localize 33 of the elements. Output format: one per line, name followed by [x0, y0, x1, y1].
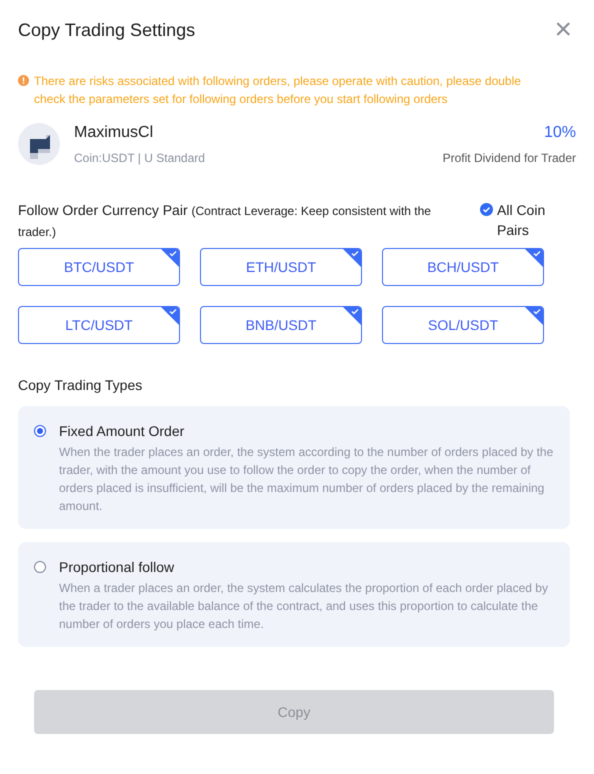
dividend-label: Profit Dividend for Trader — [442, 151, 576, 165]
option-title: Fixed Amount Order — [59, 422, 186, 441]
avatar-icon — [18, 122, 60, 164]
risk-warning: There are risks associated with following orders, please operate with caution, please double check the parameters set for following orders before you start following orders — [34, 73, 522, 108]
option-title: Proportional follow — [59, 558, 176, 577]
option-description: When a trader places an order, the system calculates the proportion of each order placed by the trader to the available balance of the contract, and uses this proportion to calculate the number of orders you place each time. — [59, 580, 549, 633]
option-description: When the trader places an order, the system according to the number of orders placed by the trader, with the amount you use to follow the order to copy the order, when the number of orders placed is insufficient, will be the maximum number of orders placed by the remaining amount. — [59, 444, 554, 515]
pair-option[interactable]: BNB/USDT — [200, 306, 362, 344]
warning-icon — [18, 75, 29, 86]
radio-button[interactable] — [34, 561, 46, 573]
check-corner-icon — [525, 249, 543, 267]
all-pairs-checkbox[interactable]: All Coin Pairs — [480, 200, 576, 242]
trader-coin: Coin:USDT | U Standard — [74, 151, 205, 165]
radio-button[interactable] — [34, 425, 46, 437]
check-corner-icon — [525, 307, 543, 325]
trading-type-option[interactable] — [18, 542, 570, 647]
check-corner-icon — [343, 307, 361, 325]
trading-type-option[interactable] — [18, 406, 570, 529]
pair-option[interactable]: BTC/USDT — [18, 248, 180, 286]
pair-option[interactable]: ETH/USDT — [200, 248, 362, 286]
pair-option[interactable]: LTC/USDT — [18, 306, 180, 344]
close-button[interactable]: × — [550, 15, 576, 45]
section-label: Copy Trading Types — [18, 377, 144, 393]
section-label: Follow Order Currency Pair (Contract Leverage: Keep consistent with the trader.) — [18, 201, 432, 241]
check-corner-icon — [161, 249, 179, 267]
check-corner-icon — [343, 249, 361, 267]
dividend-value: 10% — [542, 123, 576, 143]
pair-option[interactable]: BCH/USDT — [382, 248, 544, 286]
dialog-title: Copy Trading Settings — [18, 20, 196, 40]
check-corner-icon — [161, 307, 179, 325]
checked-circle-icon — [480, 203, 493, 216]
pair-option[interactable]: SOL/USDT — [382, 306, 544, 344]
trader-name: MaximusCl — [74, 123, 154, 143]
